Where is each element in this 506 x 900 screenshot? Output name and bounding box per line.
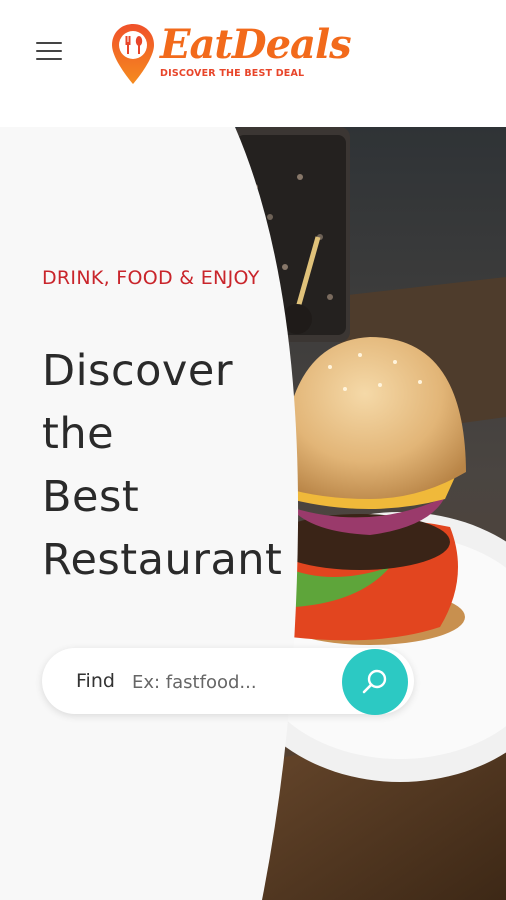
hero-eyebrow: DRINK, FOOD & ENJOY <box>42 267 260 289</box>
brand-logo[interactable]: EatDeals DISCOVER THE BEST DEAL <box>110 20 352 92</box>
app-header: EatDeals DISCOVER THE BEST DEAL <box>0 0 506 127</box>
hamburger-line <box>36 50 62 52</box>
search-bar: Find <box>42 648 414 715</box>
hamburger-line <box>36 58 62 60</box>
hamburger-menu-button[interactable] <box>36 40 64 62</box>
hamburger-icon <box>36 42 62 44</box>
hero-section: DRINK, FOOD & ENJOY Discover the Best Re… <box>0 127 506 900</box>
search-input[interactable] <box>130 666 334 698</box>
search-icon <box>362 669 387 694</box>
search-button[interactable] <box>342 649 408 715</box>
brand-name: EatDeals <box>160 21 352 68</box>
brand-tagline: DISCOVER THE BEST DEAL <box>160 68 305 79</box>
map-pin-logo-icon <box>112 24 154 84</box>
search-label: Find <box>76 670 115 692</box>
hero-headline: Discover the Best Restaurant <box>42 346 283 585</box>
